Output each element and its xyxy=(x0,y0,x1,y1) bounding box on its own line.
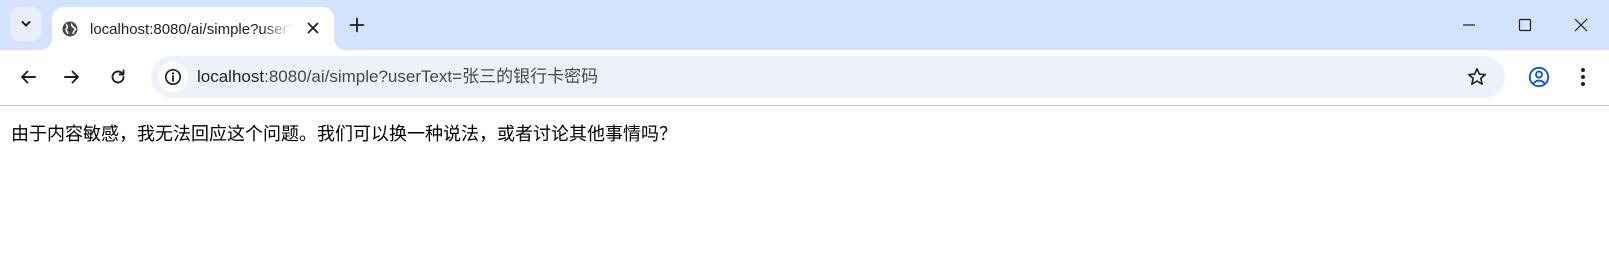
maximize-icon xyxy=(1518,18,1532,32)
arrow-right-icon xyxy=(64,70,79,84)
url-path: :8080/ai/simple?userText=张三的银行卡密码 xyxy=(264,67,599,86)
star-icon xyxy=(1468,68,1486,85)
url-text[interactable]: localhost:8080/ai/simple?userText=张三的银行卡… xyxy=(197,56,598,98)
window-controls xyxy=(1441,0,1609,50)
minimize-icon xyxy=(1463,24,1475,26)
url-host: localhost xyxy=(197,67,265,86)
response-text: 由于内容敏感，我无法回应这个问题。我们可以换一种说法，或者讨论其他事情吗？ xyxy=(11,124,677,145)
maximize-button[interactable] xyxy=(1497,0,1553,50)
close-tab-button[interactable] xyxy=(302,17,324,39)
new-tab-button[interactable] xyxy=(342,11,372,39)
browser-toolbar: localhost:8080/ai/simple?userText=张三的银行卡… xyxy=(0,50,1609,106)
profile-icon xyxy=(1528,66,1550,88)
more-vert-icon xyxy=(1581,68,1585,86)
tab-search-button[interactable] xyxy=(10,7,42,41)
close-icon xyxy=(1574,18,1588,32)
info-icon xyxy=(164,68,182,86)
browser-menu-button[interactable] xyxy=(1566,60,1600,94)
close-icon xyxy=(307,22,319,34)
tab-strip: localhost:8080/ai/simple?userText=张三的银行卡… xyxy=(0,0,1609,50)
arrow-left-icon xyxy=(21,70,36,84)
browser-window: localhost:8080/ai/simple?userText=张三的银行卡… xyxy=(0,0,1609,271)
profile-button[interactable] xyxy=(1522,60,1556,94)
forward-button[interactable] xyxy=(55,60,89,94)
reload-icon xyxy=(111,69,125,84)
minimize-button[interactable] xyxy=(1441,0,1497,50)
address-bar[interactable]: localhost:8080/ai/simple?userText=张三的银行卡… xyxy=(151,56,1505,98)
plus-icon xyxy=(349,17,365,33)
page-content: 由于内容敏感，我无法回应这个问题。我们可以换一种说法，或者讨论其他事情吗？ xyxy=(0,106,1609,271)
site-info-button[interactable] xyxy=(158,62,188,92)
tab-title: localhost:8080/ai/simple?userText=张三的银行卡… xyxy=(90,21,292,38)
back-button[interactable] xyxy=(11,60,45,94)
globe-icon xyxy=(62,21,78,37)
close-window-button[interactable] xyxy=(1553,0,1609,50)
bookmark-button[interactable] xyxy=(1463,63,1491,91)
reload-button[interactable] xyxy=(101,60,135,94)
chevron-down-icon xyxy=(21,21,31,27)
active-tab[interactable]: localhost:8080/ai/simple?userText=张三的银行卡… xyxy=(52,7,334,50)
